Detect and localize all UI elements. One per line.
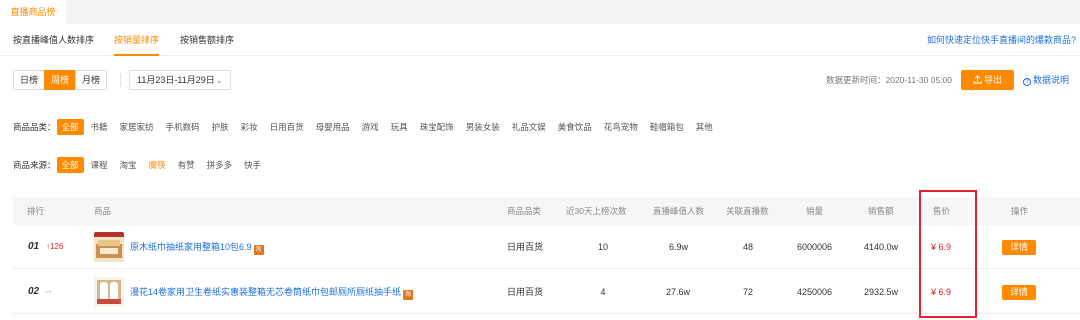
category-chip[interactable]: 日用百货 [265,119,309,135]
category-chip[interactable]: 玩具 [386,119,413,135]
column-header-rank: 排行 [27,206,45,216]
period-toggle: 日榜 周榜 月榜 [13,70,107,90]
date-range-value: 11月23日-11月29日 [137,75,215,85]
source-chip[interactable]: 快手 [239,157,266,173]
source-filter-label: 商品来源： [13,160,56,170]
taobao-badge-icon: 淘 [253,245,264,255]
price-column-highlight [919,190,977,318]
upload-icon [973,75,982,84]
source-chip[interactable]: 全部 [56,157,84,173]
category-chip[interactable]: 男装女装 [461,119,505,135]
category-chip[interactable]: 礼品文娱 [507,119,551,135]
tab-live-product-ranking[interactable]: 直播商品榜 [0,0,66,24]
category-chip[interactable]: 珠宝配饰 [415,119,459,135]
source-chip[interactable]: 有赞 [173,157,200,173]
category-chip[interactable]: 护肤 [207,119,234,135]
rank-change: ↑126 [46,242,64,251]
source-chip[interactable]: 魔筷 [144,157,171,173]
column-header-sales: 销量 [806,206,824,216]
column-header-action: 操作 [1011,206,1029,216]
column-header-revenue: 销售额 [868,206,894,216]
source-chip[interactable]: 课程 [86,157,113,173]
data-help-link[interactable]: ? 数据说明 [1023,70,1069,90]
category-chip[interactable]: 全部 [56,119,84,135]
update-time-label: 数据更新时间：2020-11-30 05:00 [826,75,952,85]
category-filter: 商品品类： 全部 书籍 家居家纺 手机数码 护肤 彩妆 日用百货 母婴用品 游戏… [13,119,720,135]
peak-viewers-cell: 27.6w [666,287,691,297]
detail-button[interactable]: 详情 [1002,285,1036,300]
product-thumbnail[interactable] [94,232,124,262]
period-monthly-button[interactable]: 月榜 [75,70,107,90]
product-title-cell[interactable]: 漫花14卷家用卫生卷纸实惠装整箱无芯卷筒纸巾包邮厕所厕纸抽手纸淘 [130,270,414,314]
help-link[interactable]: 如何快速定位快手直播间的爆款商品? [927,24,1076,56]
period-daily-button[interactable]: 日榜 [13,70,45,90]
tab-sort-by-sales[interactable]: 按销量排序 [114,24,160,56]
divider [120,73,121,87]
source-chip[interactable]: 淘宝 [115,157,142,173]
category-cell: 日用百货 [507,242,544,252]
category-chip[interactable]: 母婴用品 [311,119,355,135]
source-filter: 商品来源： 全部 课程 淘宝 魔筷 有赞 拼多多 快手 [13,157,268,173]
column-header-linked-streams: 关联直播数 [726,206,769,216]
data-help-label: 数据说明 [1033,75,1070,85]
linked-streams-cell: 48 [743,242,754,252]
product-title-cell[interactable]: 原木纸巾抽纸家用整箱10包6.9 淘 [130,225,264,269]
category-chip[interactable]: 花鸟宠物 [599,119,643,135]
category-cell: 日用百货 [507,287,544,297]
category-chip[interactable]: 游戏 [357,119,384,135]
category-chip[interactable]: 美食饮品 [553,119,597,135]
category-chip[interactable]: 书籍 [86,119,113,135]
period-weekly-button[interactable]: 周榜 [44,70,76,90]
category-chip[interactable]: 其他 [691,119,718,135]
export-button[interactable]: 导出 [961,70,1014,90]
product-thumbnail[interactable] [94,277,124,307]
tissue-box-image [94,232,124,262]
top-tab-bar: 直播商品榜 [0,0,1080,24]
revenue-cell: 2932.5w [864,287,899,297]
category-chip[interactable]: 家居家纺 [115,119,159,135]
appearances-cell: 10 [597,242,608,252]
column-header-product: 商品 [94,206,112,216]
rank-change: -- [46,287,52,296]
product-title[interactable]: 原木纸巾抽纸家用整箱10包6.9 [130,242,252,252]
appearances-cell: 4 [600,287,606,297]
chevron-down-icon: ⌄ [215,75,223,85]
peak-viewers-cell: 6.9w [669,242,689,252]
category-chip[interactable]: 彩妆 [236,119,263,135]
sales-cell: 6000006 [797,242,833,252]
linked-streams-cell: 72 [743,287,754,297]
source-chip[interactable]: 拼多多 [202,157,238,173]
tab-sort-by-revenue[interactable]: 按销售额排序 [180,24,234,56]
column-header-peak-viewers: 直播峰值人数 [653,206,705,216]
question-icon: ? [1023,78,1031,86]
date-range-select[interactable]: 11月23日-11月29日 ⌄ [129,70,231,90]
toilet-paper-image [94,277,124,307]
column-header-appearances: 近30天上榜次数 [566,206,627,216]
rank-number: 01 [28,241,40,252]
rank-number: 02 [28,286,40,297]
export-label: 导出 [983,75,1002,85]
sales-cell: 4250006 [797,287,833,297]
tab-sort-by-peak-viewers[interactable]: 按直播峰值人数排序 [13,24,94,56]
sort-tabs: 按直播峰值人数排序 按销量排序 按销售额排序 如何快速定位快手直播间的爆款商品? [0,24,1080,56]
product-title[interactable]: 漫花14卷家用卫生卷纸实惠装整箱无芯卷筒纸巾包邮厕所厕纸抽手纸 [130,287,401,297]
column-header-category: 商品品类 [507,206,542,216]
revenue-cell: 4140.0w [864,242,899,252]
taobao-badge-icon: 淘 [403,290,414,300]
category-chip[interactable]: 鞋帽箱包 [645,119,689,135]
category-chip[interactable]: 手机数码 [161,119,205,135]
detail-button[interactable]: 详情 [1002,240,1036,255]
category-filter-label: 商品品类： [13,122,56,132]
